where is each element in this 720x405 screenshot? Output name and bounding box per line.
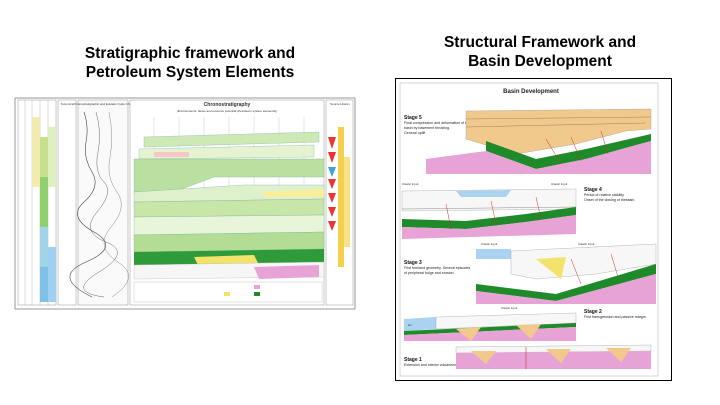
stage-4-clastic-right: Clastic input [551, 182, 568, 186]
right-title-line-1: Structural Framework and [443, 34, 637, 51]
stratigraphic-chart-svg: Tectonics Chronostratigraphic and Eustat… [14, 97, 356, 310]
chronostratigraphy-title: Chronostratigraphy [204, 102, 251, 108]
right-title-line-2: Basin Development [468, 53, 612, 71]
stage-3-clastic-left: Clastic input [481, 242, 498, 246]
stage-5-desc-2: basin by basement thrusting. [404, 126, 450, 130]
basin-development-header: Basin Development [503, 89, 559, 95]
right-title: Structural Framework and Basin Developme… [420, 33, 660, 72]
source-history-header: Source History [330, 102, 350, 106]
stratigraphic-chart-figure: Tectonics Chronostratigraphic and Eustat… [14, 97, 356, 310]
stage-4-desc-2: Onset of the closing of thebasin. [584, 198, 635, 202]
stage-3-desc-1: First foreland geometry. Several episode… [404, 266, 470, 270]
source-history-column: Source History [325, 99, 354, 306]
left-title-line-1: Stratigraphic framework and [84, 45, 296, 62]
left-title: Stratigraphic framework and Petroleum Sy… [60, 44, 320, 83]
basin-development-svg: Basin Development Stage 5 Final compress… [396, 79, 671, 380]
age-columns [17, 99, 57, 306]
stage-1-desc-1: Extension and interior volcanism. [404, 363, 457, 367]
chart-legend [133, 281, 323, 303]
tectonics-header: Tectonics [61, 102, 74, 106]
basin-development-figure: Basin Development Stage 5 Final compress… [395, 78, 672, 381]
stage-5-desc-1: Final compression and deformation of the [404, 121, 470, 125]
cycle-chart-header: Chronostratigraphic and Eustatic Cycle C… [73, 102, 133, 106]
slide: Stratigraphic framework and Petroleum Sy… [0, 0, 720, 405]
chronostratigraphy-subtitle: (Environments, facies and resource poten… [177, 109, 277, 113]
stage-3-clastic-right: Clastic input [578, 242, 595, 246]
left-title-line-2: Petroleum System Elements [85, 64, 295, 82]
facies-bands [133, 131, 325, 280]
eustatic-cycle-column [69, 99, 129, 306]
stage-3-desc-2: of peripheral bulge and erosion. [404, 271, 455, 275]
stage-2-km: km [408, 323, 413, 327]
stage-2-clastic: Clastic input [501, 306, 518, 310]
stage-4-clastic-left: Clastic input [402, 182, 419, 186]
tectonics-column [57, 99, 77, 306]
stage-4-desc-1: Period of relative stability [584, 193, 624, 197]
stage-5-desc-3: General uplift [404, 131, 425, 135]
stage-2-desc-1: First transgression and passive margin [584, 315, 646, 319]
